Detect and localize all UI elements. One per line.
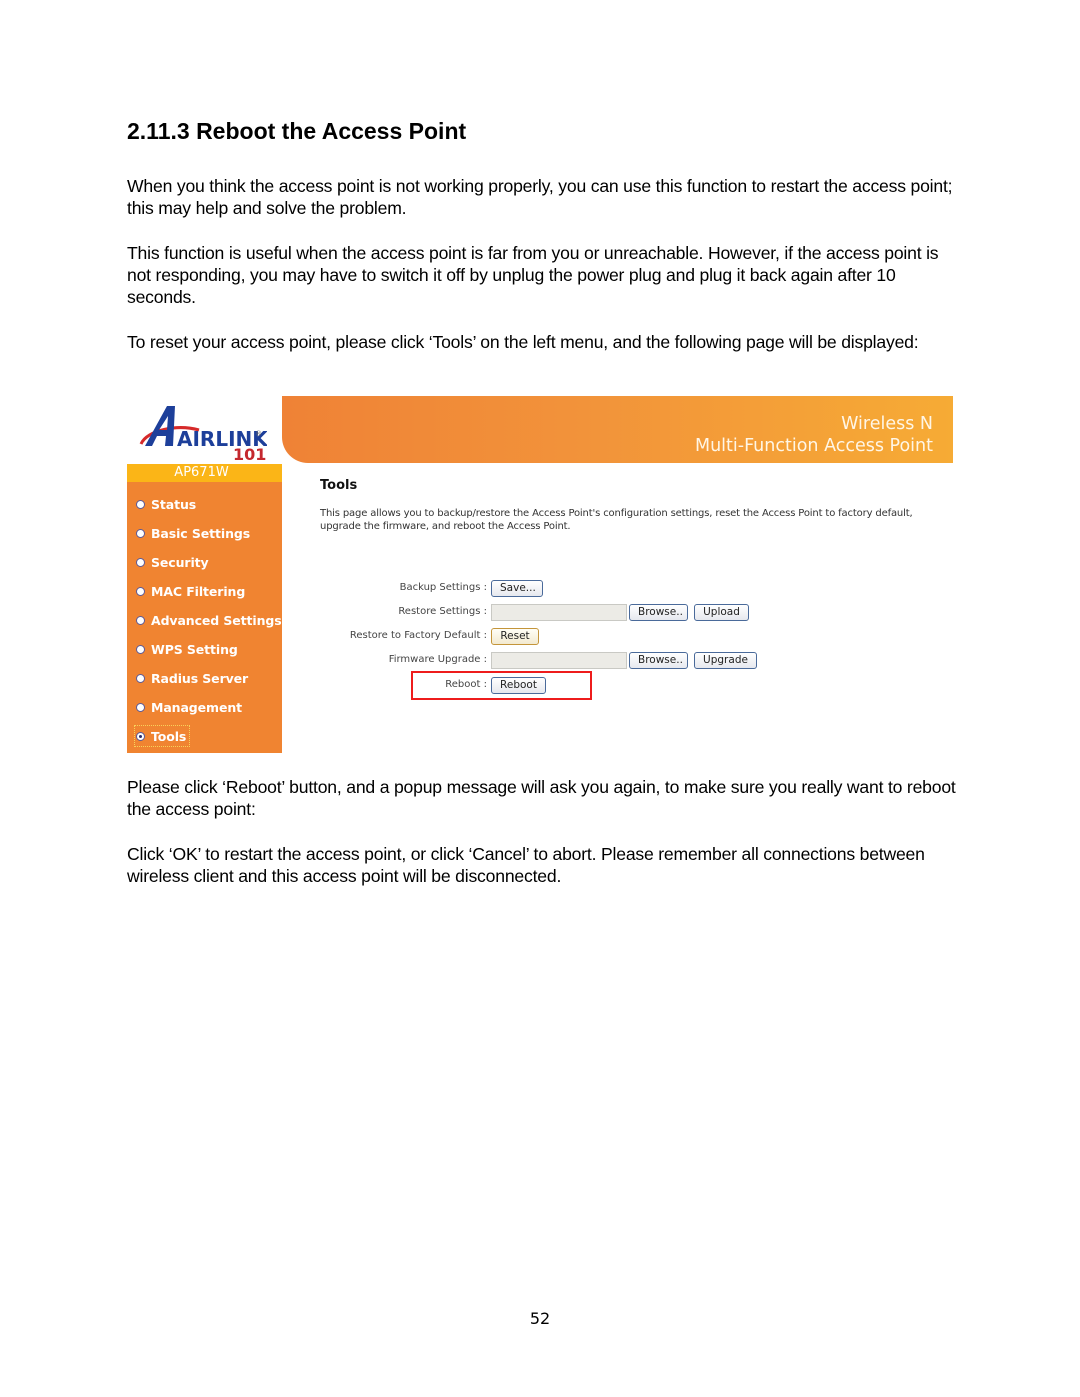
router-ui-screenshot: AIRLINK ® 101 Wireless N Multi-Function … (127, 396, 953, 753)
firmware-upgrade-row: Firmware Upgrade : Browse.. Upgrade (127, 652, 953, 670)
firmware-file-input[interactable] (491, 652, 627, 669)
usage-paragraph: This function is useful when the access … (127, 243, 939, 307)
panel-title: Tools (320, 478, 358, 493)
radio-bullet-icon (136, 528, 145, 538)
backup-settings-label: Backup Settings : (399, 582, 487, 593)
confirm-paragraph: Click ‘OK’ to restart the access point, … (127, 844, 925, 886)
sidebar-item-status[interactable]: Status (136, 495, 196, 513)
intro-paragraph: When you think the access point is not w… (127, 176, 953, 218)
airlink-logo-icon: AIRLINK ® 101 (139, 406, 267, 462)
factory-default-row: Restore to Factory Default : Reset (127, 628, 953, 646)
product-title: Wireless N Multi-Function Access Point (694, 414, 933, 456)
instruction-paragraph: To reset your access point, please click… (127, 332, 919, 352)
radio-selected-icon (136, 731, 145, 741)
restore-file-input[interactable] (491, 604, 627, 621)
factory-default-label: Restore to Factory Default : (349, 630, 487, 641)
radio-bullet-icon (136, 557, 145, 567)
upgrade-button[interactable]: Upgrade (694, 652, 757, 669)
restore-browse-button[interactable]: Browse.. (629, 604, 688, 621)
reset-button[interactable]: Reset (491, 628, 539, 645)
airlink-logo: AIRLINK ® 101 (127, 396, 282, 464)
page-number: 52 (529, 1309, 551, 1328)
model-label: AP671W (127, 464, 282, 482)
sidebar-item-tools[interactable]: Tools (133, 725, 191, 747)
svg-text:®: ® (255, 430, 262, 438)
logo-suffix: 101 (233, 445, 266, 462)
firmware-browse-button[interactable]: Browse.. (629, 652, 688, 669)
section-title: 2.11.3 Reboot the Access Point (127, 118, 467, 144)
upload-button[interactable]: Upload (694, 604, 749, 621)
restore-settings-row: Restore Settings : Browse.. Upload (127, 604, 953, 622)
radio-bullet-icon (136, 499, 145, 509)
reboot-instruction-paragraph: Please click ‘Reboot’ button, and a popu… (127, 777, 956, 819)
restore-settings-label: Restore Settings : (398, 606, 487, 617)
sidebar-item-security[interactable]: Security (136, 553, 209, 571)
panel-description: This page allows you to backup/restore t… (320, 508, 913, 532)
firmware-upgrade-label: Firmware Upgrade : (388, 654, 487, 665)
reboot-highlight-box (411, 671, 592, 700)
sidebar-item-basic-settings[interactable]: Basic Settings (136, 524, 250, 542)
sidebar-item-management[interactable]: Management (136, 698, 242, 716)
backup-settings-row: Backup Settings : Save... (127, 580, 953, 598)
header-banner: Wireless N Multi-Function Access Point (282, 396, 953, 463)
save-button[interactable]: Save... (491, 580, 543, 597)
radio-bullet-icon (136, 702, 145, 712)
